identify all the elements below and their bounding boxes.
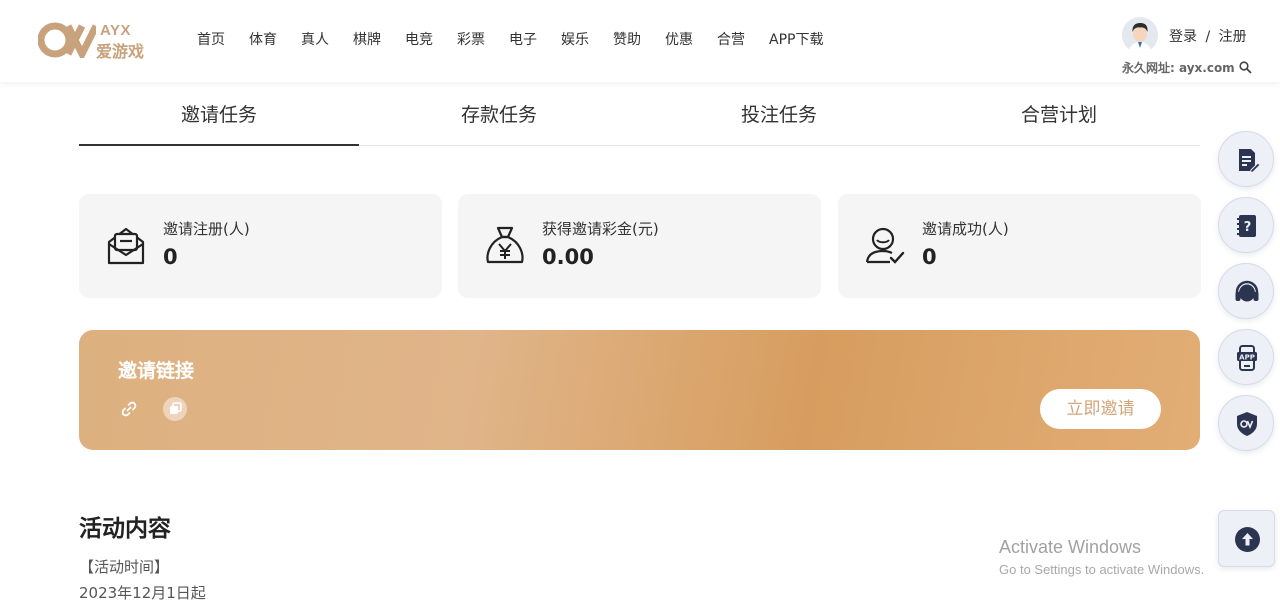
money-bag-icon [486, 226, 524, 264]
nav-live[interactable]: 真人 [289, 30, 341, 50]
nav-lottery[interactable]: 彩票 [445, 30, 497, 50]
stat-invite-registrations: 邀请注册(人) 0 [79, 194, 442, 298]
user-avatar-icon [1122, 17, 1158, 53]
nav-promotions[interactable]: 优惠 [653, 30, 705, 50]
shield-logo-icon [1237, 412, 1257, 436]
activity-time-value: 2023年12月1日起 [79, 584, 206, 602]
nav-sponsor[interactable]: 赞助 [601, 30, 653, 50]
side-security-button[interactable] [1218, 395, 1274, 451]
stat-invite-bonus: 获得邀请彩金(元) 0.00 [458, 194, 821, 298]
svg-text:APP: APP [1239, 354, 1255, 362]
ayx-logo-mark-icon [38, 22, 96, 58]
notes-icon [1239, 149, 1261, 174]
windows-watermark-title: Activate Windows [999, 537, 1142, 557]
invite-link-panel: 邀请链接 立即邀请 [79, 330, 1200, 450]
tab-affiliate-plan[interactable]: 合营计划 [919, 88, 1199, 145]
nav-esports[interactable]: 电竞 [393, 30, 445, 50]
envelope-icon [107, 227, 145, 265]
task-tabs: 邀请任务 存款任务 投注任务 合营计划 [79, 88, 1200, 146]
stat-invite-success: 邀请成功(人) 0 [838, 194, 1201, 298]
nav-slots[interactable]: 电子 [497, 30, 549, 50]
ayx-logo[interactable]: AYX 爱游戏 [38, 22, 150, 61]
activity-title: 活动内容 [79, 516, 171, 542]
side-help-button[interactable]: ? [1218, 197, 1274, 253]
register-link[interactable]: 注册 [1219, 29, 1247, 45]
copy-icon[interactable] [163, 397, 187, 421]
user-check-icon [865, 227, 905, 264]
login-register: 登录 / 注册 [1169, 26, 1247, 46]
svg-text:?: ? [1244, 220, 1252, 235]
nav-sports[interactable]: 体育 [237, 30, 289, 50]
stat-label: 邀请成功(人) [922, 220, 1009, 238]
nav-entertainment[interactable]: 娱乐 [549, 30, 601, 50]
copy-glyph-icon [170, 402, 182, 414]
login-separator: / [1205, 29, 1211, 45]
activity-time-label: 【活动时间】 [79, 558, 170, 576]
back-to-top-circle [1235, 527, 1260, 552]
logo-cn-text: 爱游戏 [96, 42, 145, 61]
nav-cards[interactable]: 棋牌 [341, 30, 393, 50]
arrow-up-icon [1242, 533, 1253, 546]
permanent-url-text: 永久网址: ayx.com [1122, 61, 1235, 75]
back-to-top-button[interactable] [1218, 510, 1275, 567]
stat-value: 0.00 [542, 245, 594, 269]
invite-now-button[interactable]: 立即邀请 [1040, 389, 1161, 429]
side-support-button[interactable] [1218, 263, 1274, 319]
side-notes-button[interactable] [1218, 131, 1274, 187]
nav-affiliate[interactable]: 合营 [705, 30, 757, 50]
login-link[interactable]: 登录 [1169, 29, 1197, 45]
help-book-icon: ? [1237, 215, 1256, 237]
stat-value: 0 [163, 245, 178, 269]
permanent-url: 永久网址: ayx.com [1122, 59, 1252, 76]
main-nav: 首页 体育 真人 棋牌 电竞 彩票 电子 娱乐 赞助 优惠 合营 APP下载 [185, 30, 835, 50]
site-header: AYX 爱游戏 首页 体育 真人 棋牌 电竞 彩票 电子 娱乐 赞助 优惠 合营… [0, 0, 1280, 82]
headset-icon [1235, 280, 1259, 302]
tab-bet-task[interactable]: 投注任务 [639, 88, 919, 145]
tab-deposit-task[interactable]: 存款任务 [359, 88, 639, 145]
nav-home[interactable]: 首页 [185, 30, 237, 50]
tab-invite-task[interactable]: 邀请任务 [79, 88, 359, 146]
app-download-icon: APP [1237, 345, 1257, 371]
magnifier-icon [1239, 61, 1252, 74]
nav-app-download[interactable]: APP下载 [757, 30, 835, 50]
avatar[interactable] [1122, 17, 1158, 53]
link-icon[interactable] [120, 400, 138, 418]
stat-label: 邀请注册(人) [163, 220, 250, 238]
logo-text: AYX [100, 22, 131, 39]
side-app-button[interactable]: APP [1218, 329, 1274, 385]
invite-link-title: 邀请链接 [118, 360, 195, 382]
windows-watermark-subtitle: Go to Settings to activate Windows. [999, 562, 1205, 577]
stat-label: 获得邀请彩金(元) [542, 220, 659, 238]
stat-value: 0 [922, 245, 937, 269]
